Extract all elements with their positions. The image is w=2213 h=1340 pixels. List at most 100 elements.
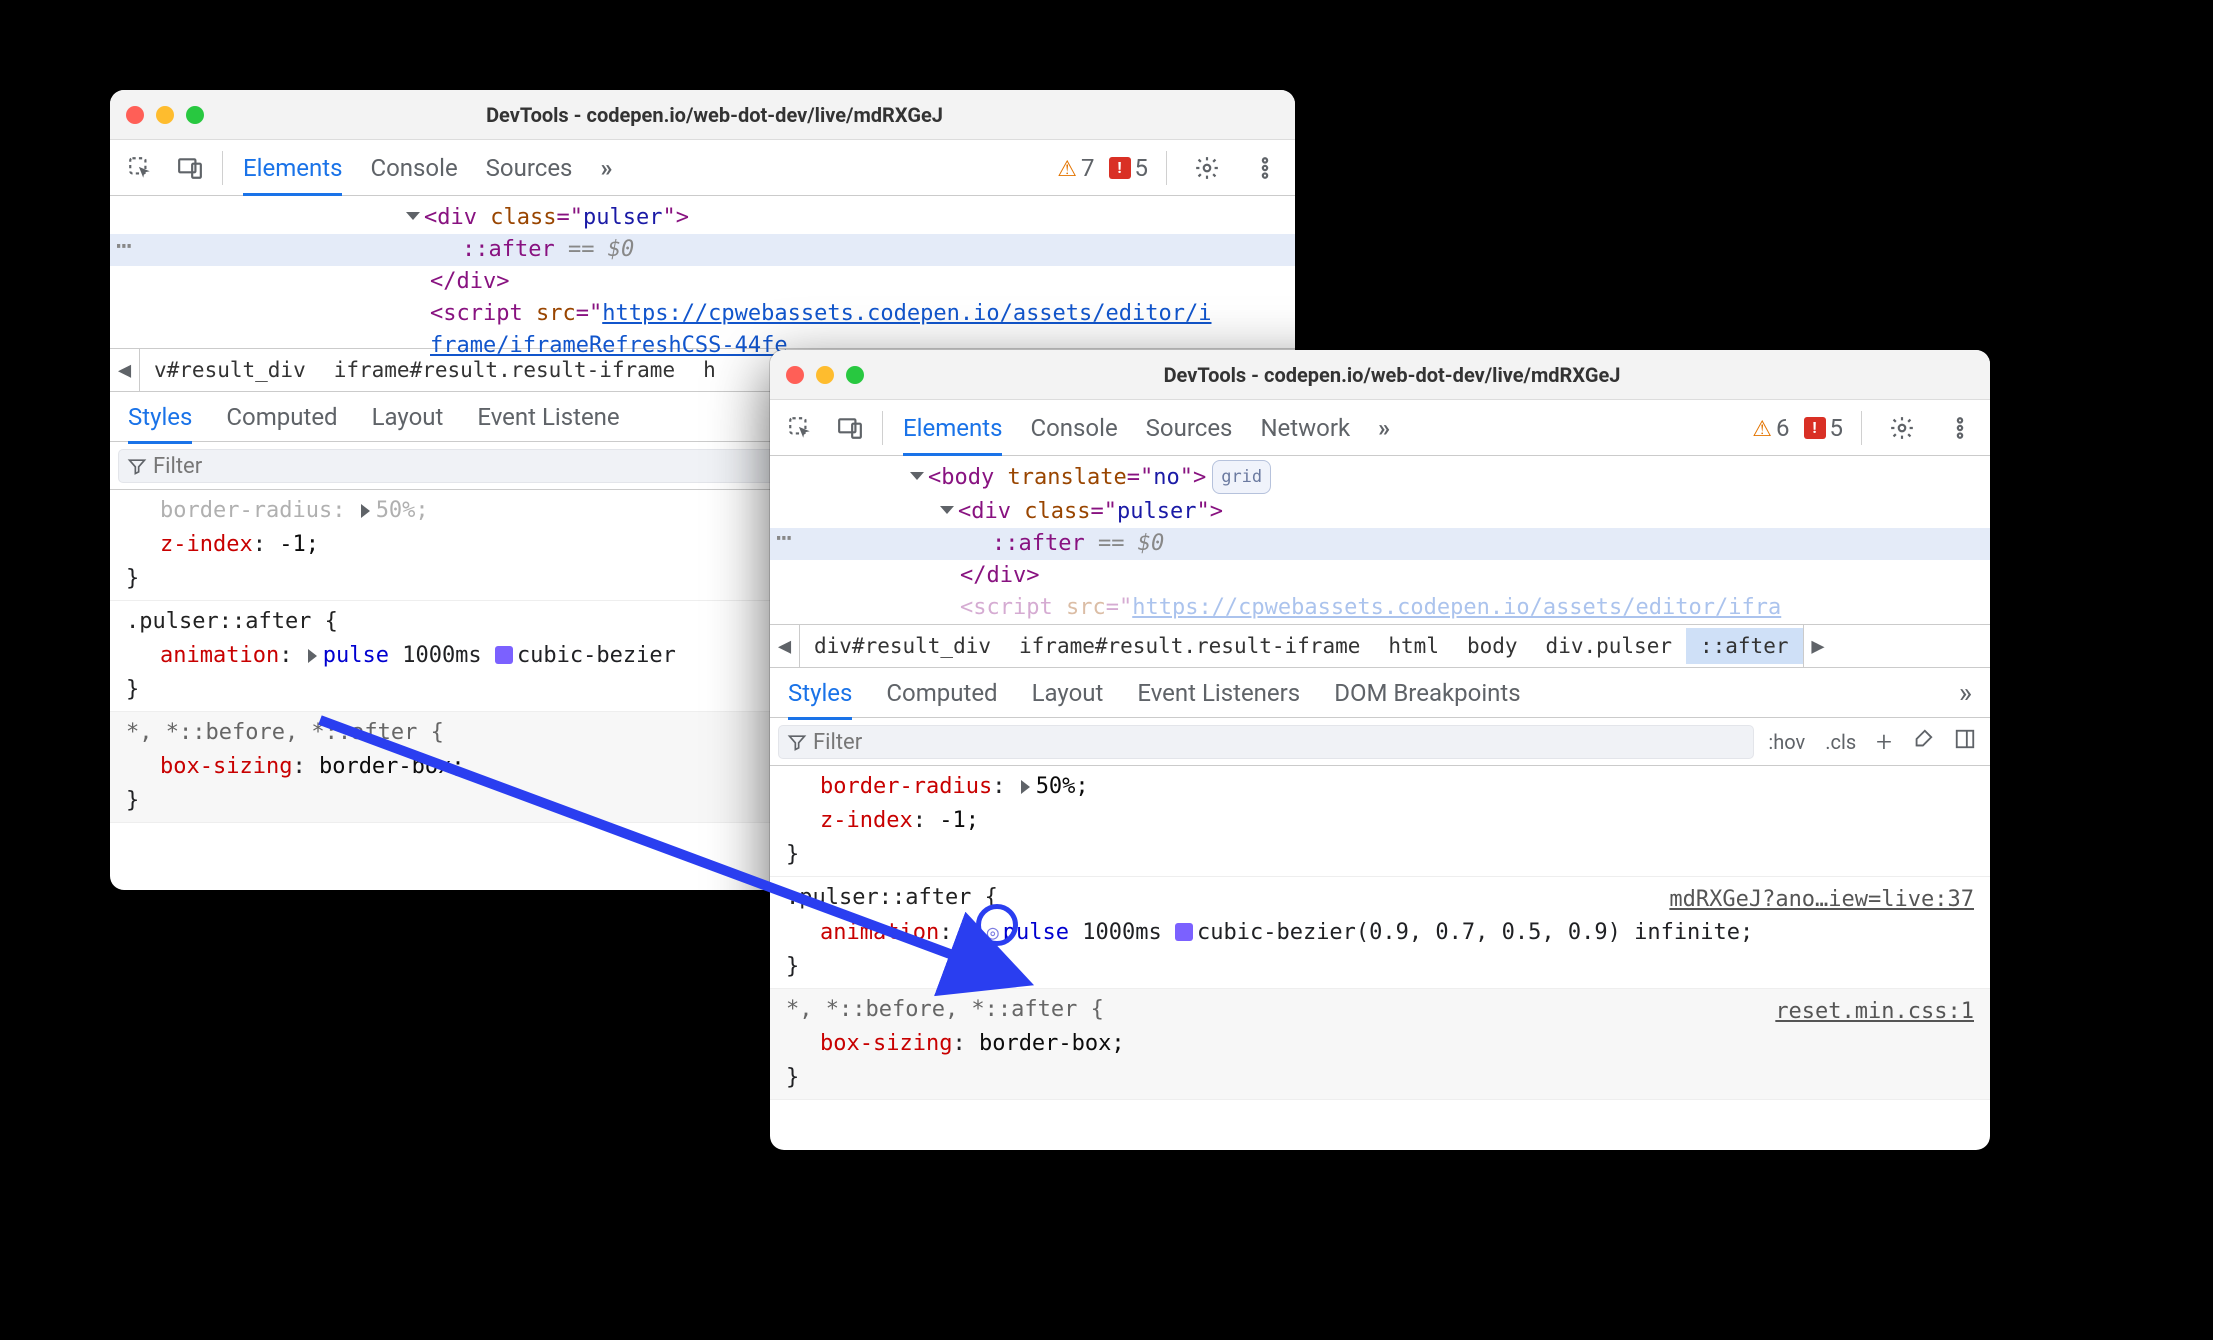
tab-elements[interactable]: Elements	[903, 400, 1002, 455]
breadcrumb-item[interactable]: div.pulser	[1532, 628, 1686, 664]
subtab-event-listeners[interactable]: Event Listene	[477, 403, 619, 431]
breadcrumb-scroll-left[interactable]: ◀	[770, 625, 800, 667]
errors-badge[interactable]: !5	[1804, 414, 1844, 442]
subtab-styles[interactable]: Styles	[128, 403, 192, 431]
style-rule-fragment[interactable]: border-radius: 50%; z-index: -1; }	[770, 766, 1990, 877]
elements-panel[interactable]: <body translate="no">grid <div class="pu…	[770, 456, 1990, 624]
dom-node[interactable]: </div>	[770, 560, 1990, 592]
devtools-toolbar: Elements Console Sources Network » 6 !5	[770, 400, 1990, 456]
breadcrumb-item[interactable]: ::after	[1686, 628, 1803, 664]
animation-swatch[interactable]: ◎	[987, 915, 999, 950]
filter-input[interactable]: Filter	[778, 725, 1754, 759]
zoom-window-button[interactable]	[846, 366, 864, 384]
styles-filter-bar: Filter :hov .cls +	[770, 718, 1990, 766]
style-rule[interactable]: mdRXGeJ?ano…iew=live:37 .pulser::after {…	[770, 877, 1990, 989]
window-title: DevTools - codepen.io/web-dot-dev/live/m…	[218, 103, 1211, 127]
subtab-layout[interactable]: Layout	[1032, 679, 1104, 707]
tab-sources[interactable]: Sources	[1146, 400, 1233, 455]
subtab-computed[interactable]: Computed	[226, 403, 337, 431]
tab-network[interactable]: Network	[1260, 400, 1350, 455]
bezier-swatch-icon[interactable]	[1175, 923, 1193, 941]
dom-node[interactable]: <div class="pulser">	[110, 202, 1295, 234]
tab-sources[interactable]: Sources	[486, 140, 573, 195]
breadcrumb-item[interactable]: body	[1453, 628, 1532, 664]
elements-panel[interactable]: <div class="pulser"> ⋯ ::after == $0 </d…	[110, 196, 1295, 348]
window-traffic-lights	[786, 366, 864, 384]
device-toolbar-icon[interactable]	[168, 146, 212, 190]
tab-console[interactable]: Console	[1030, 400, 1117, 455]
tab-console[interactable]: Console	[370, 140, 457, 195]
more-tabs-icon[interactable]: »	[1378, 400, 1390, 455]
subtab-styles[interactable]: Styles	[788, 679, 852, 707]
errors-badge[interactable]: !5	[1109, 154, 1149, 182]
breadcrumb-item[interactable]: div#result_div	[800, 628, 1005, 664]
error-icon: !	[1109, 157, 1131, 179]
kebab-menu-icon[interactable]	[1243, 146, 1287, 190]
error-icon: !	[1804, 417, 1826, 439]
titlebar: DevTools - codepen.io/web-dot-dev/live/m…	[110, 90, 1295, 140]
dom-node-selected[interactable]: ⋯ ::after == $0	[770, 528, 1990, 560]
panel-tabs: Elements Console Sources Network »	[903, 400, 1390, 455]
style-rule[interactable]: reset.min.css:1 *, *::before, *::after {…	[770, 989, 1990, 1100]
computed-sidebar-icon[interactable]	[1948, 728, 1982, 755]
dom-node[interactable]: </div>	[110, 266, 1295, 298]
dom-node[interactable]: <script src="https://cpwebassets.codepen…	[110, 298, 1295, 330]
warnings-badge[interactable]: 7	[1057, 154, 1094, 182]
new-style-rule-icon[interactable]: +	[1870, 725, 1898, 758]
devtools-window-front: DevTools - codepen.io/web-dot-dev/live/m…	[770, 350, 1990, 1150]
titlebar: DevTools - codepen.io/web-dot-dev/live/m…	[770, 350, 1990, 400]
device-toolbar-icon[interactable]	[828, 406, 872, 450]
more-subtabs-icon[interactable]: »	[1959, 676, 1972, 709]
expand-shorthand-icon[interactable]	[306, 643, 323, 668]
window-title: DevTools - codepen.io/web-dot-dev/live/m…	[878, 363, 1906, 387]
grid-badge[interactable]: grid	[1212, 460, 1271, 494]
dom-node-selected[interactable]: ⋯ ::after == $0	[110, 234, 1295, 266]
gear-icon[interactable]	[1880, 406, 1924, 450]
filter-placeholder: Filter	[153, 454, 202, 479]
hov-toggle[interactable]: :hov	[1762, 730, 1811, 754]
rule-source-link[interactable]: mdRXGeJ?ano…iew=live:37	[1669, 883, 1974, 917]
zoom-window-button[interactable]	[186, 106, 204, 124]
devtools-toolbar: Elements Console Sources » 7 !5	[110, 140, 1295, 196]
expand-shorthand-icon[interactable]	[1019, 774, 1036, 799]
dom-node[interactable]: <script src="https://cpwebassets.codepen…	[770, 592, 1990, 624]
subtab-computed[interactable]: Computed	[886, 679, 997, 707]
warning-icon	[1752, 414, 1772, 442]
more-tabs-icon[interactable]: »	[600, 140, 612, 195]
funnel-icon	[127, 456, 147, 482]
kebab-menu-icon[interactable]	[1938, 406, 1982, 450]
animation-icon: ◎	[987, 915, 999, 949]
cls-toggle[interactable]: .cls	[1819, 730, 1862, 754]
ellipsis-icon: ⋯	[776, 522, 794, 554]
breadcrumb-item[interactable]: html	[1374, 628, 1453, 664]
expand-toggle-icon[interactable]	[406, 205, 424, 230]
minimize-window-button[interactable]	[816, 366, 834, 384]
subtab-dom-breakpoints[interactable]: DOM Breakpoints	[1334, 679, 1520, 707]
close-window-button[interactable]	[786, 366, 804, 384]
styles-subtabs: Styles Computed Layout Event Listeners D…	[770, 668, 1990, 718]
expand-toggle-icon[interactable]	[910, 465, 928, 490]
breadcrumb-item[interactable]: iframe#result.result-iframe	[1005, 628, 1374, 664]
breadcrumb-scroll-right[interactable]: ▶	[1803, 625, 1833, 667]
funnel-icon	[787, 732, 807, 758]
warnings-badge[interactable]: 6	[1752, 414, 1789, 442]
bezier-swatch-icon[interactable]	[495, 646, 513, 664]
window-traffic-lights	[126, 106, 204, 124]
filter-placeholder: Filter	[813, 730, 862, 755]
subtab-layout[interactable]: Layout	[372, 403, 444, 431]
expand-toggle-icon[interactable]	[940, 499, 958, 524]
styles-pane[interactable]: border-radius: 50%; z-index: -1; } mdRXG…	[770, 766, 1990, 1100]
inspect-element-icon[interactable]	[778, 406, 822, 450]
subtab-event-listeners[interactable]: Event Listeners	[1137, 679, 1300, 707]
dom-node[interactable]: <body translate="no">grid	[770, 462, 1990, 496]
expand-shorthand-icon[interactable]	[966, 920, 983, 945]
ellipsis-icon: ⋯	[116, 230, 134, 262]
inspect-element-icon[interactable]	[118, 146, 162, 190]
paintbrush-icon[interactable]	[1906, 728, 1940, 755]
dom-node[interactable]: <div class="pulser">	[770, 496, 1990, 528]
minimize-window-button[interactable]	[156, 106, 174, 124]
rule-source-link[interactable]: reset.min.css:1	[1775, 995, 1974, 1029]
close-window-button[interactable]	[126, 106, 144, 124]
gear-icon[interactable]	[1185, 146, 1229, 190]
tab-elements[interactable]: Elements	[243, 140, 342, 195]
